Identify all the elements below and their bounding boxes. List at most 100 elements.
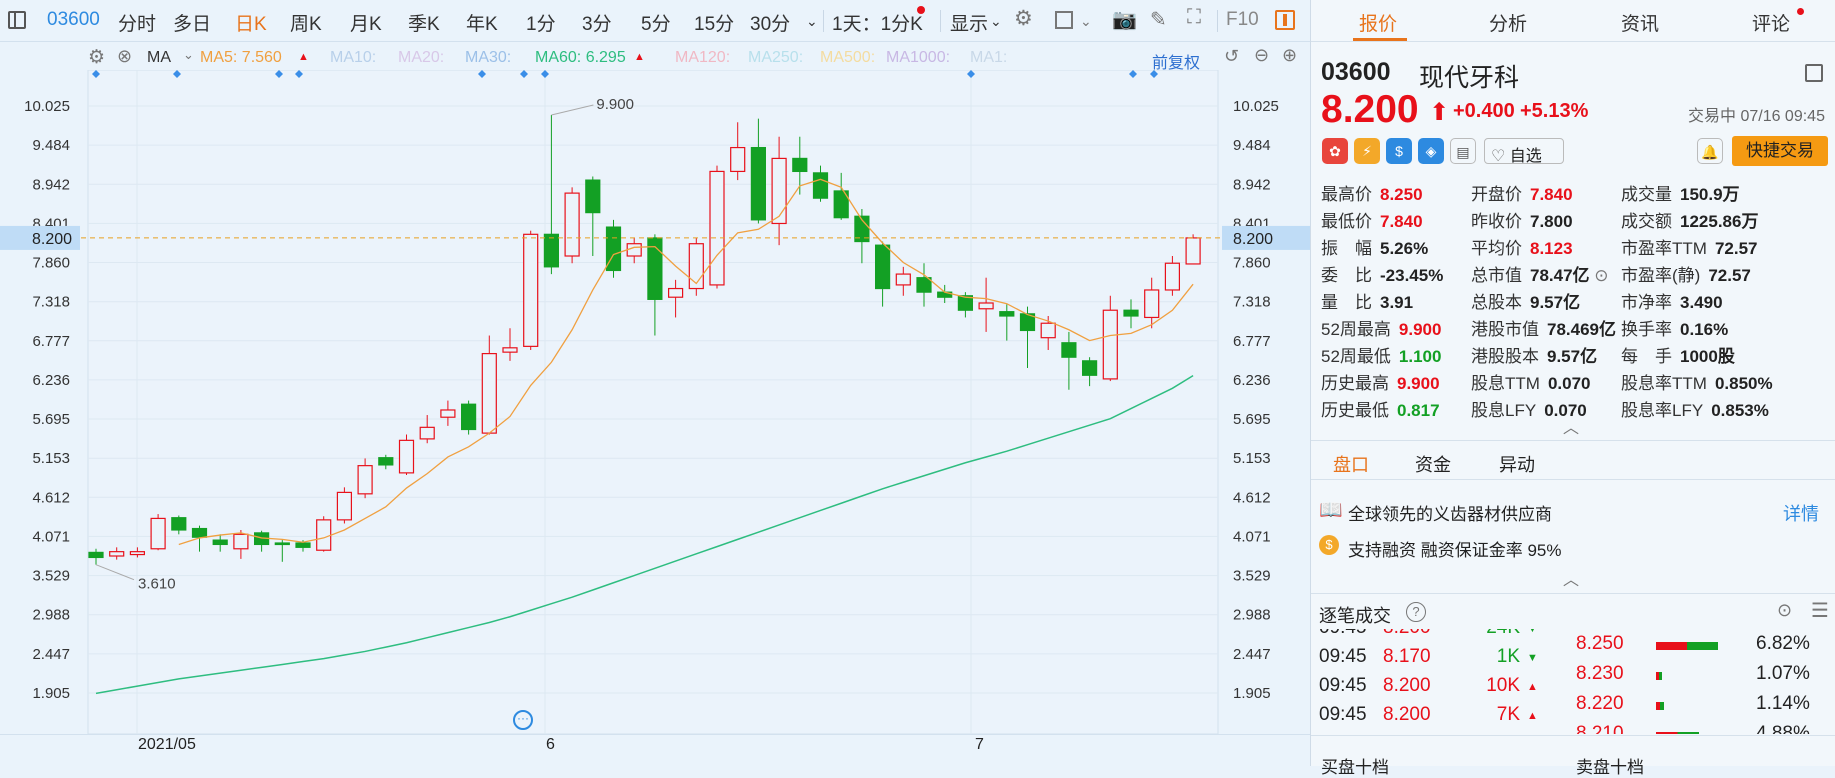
tab-analysis[interactable]: 分析 [1489,9,1527,36]
period-tab-active[interactable]: 日K [235,9,267,36]
chart-nav-controls: ↺ ⊖ ⊕ [1222,44,1310,72]
layout-icon[interactable] [8,11,26,29]
stat-value: 9.900 [1398,320,1442,339]
bookmark-icon[interactable]: ▤ [1450,138,1476,164]
ma1-label: MA1: [970,49,1008,66]
period-tab[interactable]: 3分 [582,9,612,36]
down-arrow-icon: ▼ [1527,629,1538,635]
quote-stat: 股息率LFY 0.853% [1621,396,1769,421]
watchlist-button[interactable]: ♡ 自选 [1484,138,1564,165]
tag-icon[interactable]: ◈ [1418,138,1444,164]
tab-pankou[interactable]: 盘口 [1333,451,1369,477]
close-icon[interactable]: ⊗ [117,46,132,67]
reset-icon[interactable]: ↺ [1224,46,1239,67]
tab-movements[interactable]: 异动 [1499,451,1535,477]
minute-kline-select[interactable]: 1天：1分K [832,9,923,36]
y-tick-left: 5.695 [32,411,70,428]
quote-stat: 振 幅 5.26% [1321,234,1428,259]
candle-body [895,273,911,286]
price-change-pct: +5.13% [1520,100,1589,122]
quick-trade-button[interactable]: 快捷交易 [1732,136,1828,166]
period-tab[interactable]: 1分 [526,9,556,36]
candle-body [274,542,290,546]
stat-value: 9.57亿 [1547,347,1598,366]
y-tick-right: 9.484 [1233,137,1271,154]
more-icon[interactable]: ⊙ [1777,600,1792,621]
panel-toggle-icon[interactable] [1275,10,1295,30]
stat-label: 最高价 [1321,185,1372,204]
chevron-down-icon[interactable]: ⌄ [183,47,194,63]
stat-label: 昨收价 [1471,212,1522,231]
f10-button[interactable]: F10 [1226,9,1259,31]
y-tick-right: 1.905 [1233,685,1271,702]
stat-label: 52周最低 [1321,347,1391,366]
dollar-icon[interactable]: $ [1386,138,1412,164]
tab-quote[interactable]: 报价 [1359,9,1397,36]
indicator-settings-icon[interactable]: ⚙ [88,46,105,69]
stat-label: 总市值 [1471,266,1522,285]
stat-label: 总股本 [1471,293,1522,312]
y-tick-left: 3.529 [32,568,70,585]
lightning-icon[interactable]: ⚡ [1354,138,1380,164]
profile-detail-link[interactable]: 详情 [1783,500,1819,526]
stat-label: 市盈率(静) [1621,266,1701,285]
period-tab[interactable]: 15分 [694,9,734,36]
period-tab[interactable]: 年K [466,9,498,36]
stat-value: 72.57 [1708,266,1751,285]
period-tab[interactable]: 5分 [641,9,671,36]
period-tab[interactable]: 多日 [173,9,211,36]
tab-funds[interactable]: 资金 [1415,451,1451,477]
stock-code[interactable]: 03600 [47,9,100,31]
candle-body [771,157,787,225]
fullscreen-icon[interactable]: ⛶ [1187,6,1201,29]
period-tab[interactable]: 30分 [750,9,790,36]
kline-chart[interactable]: 10.025 10.025 9.484 9.484 8.942 8.942 8.401 8.4… [0,69,1310,735]
sidebar-toggle-icon[interactable] [1805,64,1823,82]
stat-label: 历史最高 [1321,374,1389,393]
price-level-row: 8.210 4.88% [1576,723,1831,734]
help-icon[interactable]: ? [1406,602,1426,622]
chevron-down-icon[interactable]: ⌄ [1080,13,1092,30]
stat-label: 每 手 [1621,347,1672,366]
quote-stat: 最高价 8.250 [1321,180,1423,205]
candle-body [109,551,125,557]
candle-body [150,517,166,550]
period-tab[interactable]: 周K [290,9,322,36]
tab-comments[interactable]: 评论 [1752,9,1790,36]
draw-box-icon[interactable] [1055,11,1073,29]
tab-news[interactable]: 资讯 [1621,9,1659,36]
collapse-chevron-icon[interactable]: ︿ [1563,566,1579,590]
display-select[interactable]: 显示 [950,9,988,36]
quote-panel: 报价 分析 资讯 评论 03600 现代牙科 8.200 ⬆ +0.400 +5… [1310,0,1835,777]
collapse-chevron-icon[interactable]: ︿ [1563,414,1579,438]
more-icon[interactable]: ⊙ [1590,266,1608,285]
kline-svg: 10.025 10.0259.484 9.4848.942 8.9428.401 8.4… [0,69,1310,735]
candle-body [916,277,932,293]
zoom-in-icon[interactable]: ⊕ [1282,45,1297,66]
chevron-down-icon[interactable]: ⌄ [990,13,1002,30]
quote-stat: 港股市值 78.469亿 [1471,315,1616,340]
period-tab[interactable]: 月K [350,9,382,36]
settings-gear-icon[interactable]: ⚙ [1014,6,1033,31]
more-options-icon[interactable]: ··· [513,710,533,730]
alert-bell-icon[interactable]: 🔔 [1697,138,1723,164]
candle-body [398,439,415,474]
list-icon[interactable]: ☰ [1811,598,1829,623]
y-tick-right: 4.071 [1233,528,1271,545]
period-tab[interactable]: 季K [408,9,440,36]
stat-label: 成交额 [1621,212,1672,231]
date-label: 7 [975,736,984,753]
camera-icon[interactable]: 📷 [1112,7,1137,32]
candle-body [999,311,1015,317]
zoom-out-icon[interactable]: ⊖ [1254,45,1269,66]
up-arrow-icon: ⬆ [1429,99,1450,126]
hk-flower-icon[interactable]: ✿ [1322,138,1348,164]
stat-label: 股息LFY [1471,401,1537,420]
period-tab[interactable]: 分时 [118,9,156,36]
stat-label: 港股市值 [1471,320,1539,339]
indicator-type-select[interactable]: MA [147,49,171,67]
pencil-icon[interactable]: ✎ [1150,7,1167,32]
chevron-down-icon[interactable]: ⌄ [806,13,818,30]
candle-body [1040,322,1056,339]
stat-label: 港股股本 [1471,347,1539,366]
